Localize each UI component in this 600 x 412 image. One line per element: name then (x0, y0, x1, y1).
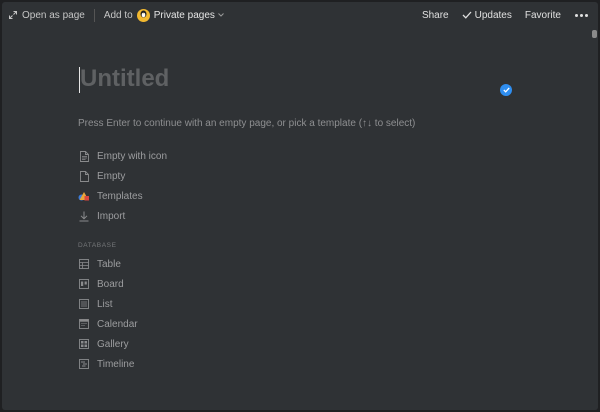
timeline-icon (78, 357, 90, 371)
share-button[interactable]: Share (422, 10, 449, 21)
top-bar-left: Open as page Add to Private pages (2, 8, 224, 22)
avatar-icon (136, 8, 150, 22)
list-icon (78, 297, 90, 311)
window-frame: Open as page Add to Private pages Share … (0, 0, 600, 412)
checkmark-badge-icon[interactable] (500, 84, 512, 96)
private-pages-label: Private pages (153, 9, 215, 21)
open-as-page-label: Open as page (22, 9, 85, 21)
board-icon (78, 277, 90, 291)
option-label: Timeline (97, 358, 135, 370)
templates-icon (78, 189, 90, 203)
option-empty[interactable]: Empty (78, 166, 167, 186)
expand-arrows-icon (9, 11, 17, 19)
option-templates[interactable]: Templates (78, 186, 167, 206)
updates-button[interactable]: Updates (462, 10, 512, 21)
gallery-icon (78, 337, 90, 351)
option-label: Empty (97, 170, 126, 182)
option-table[interactable]: Table (78, 254, 138, 274)
option-label: Import (97, 210, 126, 222)
open-as-page-button[interactable]: Open as page (9, 10, 85, 21)
option-list[interactable]: List (78, 294, 138, 314)
option-empty-with-icon[interactable]: Empty with icon (78, 146, 167, 166)
page-with-icon-icon (78, 149, 90, 163)
divider (93, 8, 95, 22)
page-content: Untitled Press Enter to continue with an… (78, 58, 518, 370)
add-to-label: Add to (103, 9, 133, 21)
top-bar: Open as page Add to Private pages Share … (2, 2, 598, 28)
page-options-list: Empty with icon Empty Templates Import (78, 146, 167, 226)
scrollbar-thumb[interactable] (592, 30, 597, 38)
table-icon (78, 257, 90, 271)
top-bar-right: Share Updates Favorite (409, 10, 598, 21)
updates-label: Updates (474, 9, 512, 21)
page-panel: Open as page Add to Private pages Share … (2, 2, 598, 410)
option-label: List (97, 298, 113, 310)
page-title-input[interactable]: Untitled (80, 65, 169, 93)
option-label: Table (97, 258, 121, 270)
option-label: Templates (97, 190, 143, 202)
chevron-down-icon (218, 13, 224, 17)
option-timeline[interactable]: Timeline (78, 354, 138, 374)
option-label: Empty with icon (97, 150, 168, 162)
option-import[interactable]: Import (78, 206, 167, 226)
check-icon (462, 11, 472, 19)
option-gallery[interactable]: Gallery (78, 334, 138, 354)
database-section-label: DATABASE (78, 242, 117, 249)
more-options-icon[interactable] (575, 13, 588, 17)
option-label: Calendar (97, 318, 138, 330)
option-label: Board (97, 278, 124, 290)
option-calendar[interactable]: Calendar (78, 314, 138, 334)
favorite-button[interactable]: Favorite (525, 10, 561, 21)
import-icon (78, 209, 90, 223)
add-to-button[interactable]: Add to Private pages (103, 8, 224, 22)
title-row: Untitled (78, 58, 518, 98)
page-icon (78, 169, 90, 183)
scrollbar[interactable] (591, 28, 598, 410)
option-board[interactable]: Board (78, 274, 138, 294)
calendar-icon (78, 317, 90, 331)
template-hint: Press Enter to continue with an empty pa… (78, 118, 416, 129)
database-options-list: Table Board List Calendar Gallery Timeli… (78, 254, 138, 374)
option-label: Gallery (97, 338, 129, 350)
